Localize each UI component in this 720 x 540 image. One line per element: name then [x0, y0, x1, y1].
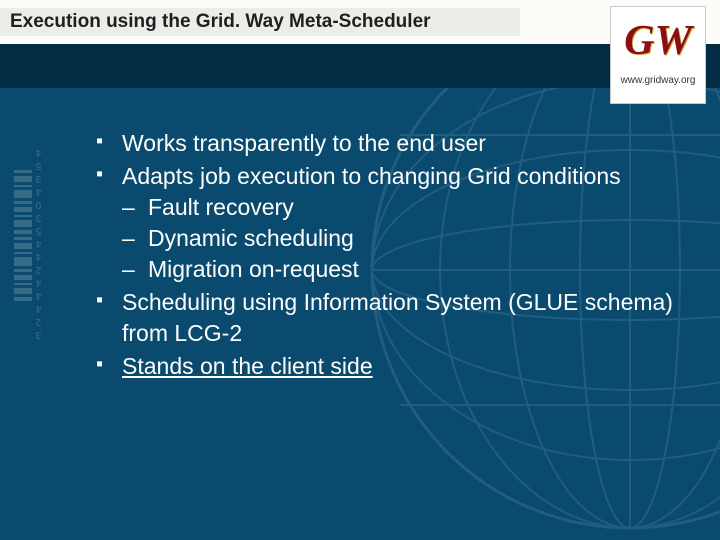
logo-url: www.gridway.org	[621, 75, 696, 86]
logo-monogram: GW	[620, 13, 696, 69]
bullet-4-text: Stands on the client side	[122, 353, 373, 379]
sub-dynamic-text: Dynamic scheduling	[148, 225, 354, 251]
logo: GW www.gridway.org	[610, 6, 706, 104]
slide: Execution using the Grid. Way Meta-Sched…	[0, 0, 720, 540]
bullet-3: Scheduling using Information System (GLU…	[96, 287, 676, 349]
content-area: Works transparently to the end user Adap…	[96, 128, 676, 384]
bullet-1-text: Works transparently to the end user	[122, 130, 486, 156]
bullet-3-text: Scheduling using Information System (GLU…	[122, 289, 673, 346]
barcode-decoration: 324442445304354	[14, 170, 44, 340]
barcode-bars	[14, 170, 32, 340]
sub-migration: Migration on-request	[122, 254, 676, 285]
bullet-4: Stands on the client side	[96, 351, 676, 382]
slide-title: Execution using the Grid. Way Meta-Sched…	[10, 11, 431, 33]
sub-dynamic: Dynamic scheduling	[122, 223, 676, 254]
bullet-list: Works transparently to the end user Adap…	[96, 128, 676, 382]
title-strip: Execution using the Grid. Way Meta-Sched…	[0, 8, 520, 36]
bullet-1: Works transparently to the end user	[96, 128, 676, 159]
sub-fault-text: Fault recovery	[148, 194, 294, 220]
sub-migration-text: Migration on-request	[148, 256, 359, 282]
barcode-digits: 324442445304354	[33, 170, 44, 340]
bullet-2: Adapts job execution to changing Grid co…	[96, 161, 676, 285]
sub-fault: Fault recovery	[122, 192, 676, 223]
bullet-2-text: Adapts job execution to changing Grid co…	[122, 163, 621, 189]
